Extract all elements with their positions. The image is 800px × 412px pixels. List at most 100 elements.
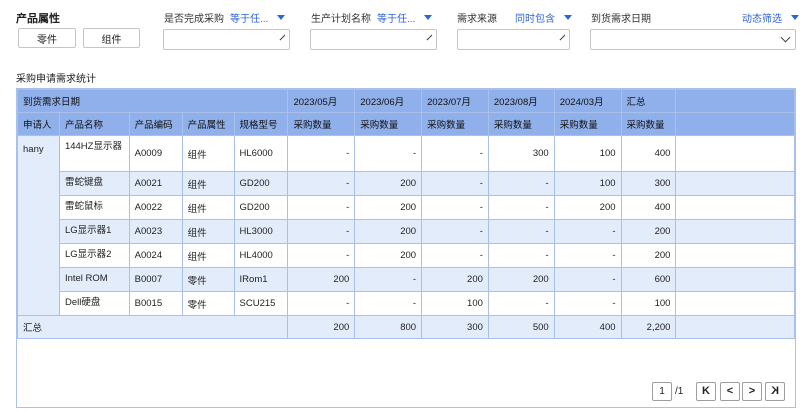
model-cell: HL3000 (233, 219, 289, 244)
row-total-cell: 600 (620, 267, 677, 292)
col-header-product-name: 产品名称 (58, 112, 130, 136)
qty-cell: - (487, 195, 555, 220)
arrival-date-select[interactable] (590, 29, 796, 50)
empty-cell (675, 243, 795, 268)
demand-source-operator[interactable]: 同时包含 (515, 10, 572, 25)
qty-cell: - (354, 267, 423, 292)
caret-down-icon (424, 15, 433, 20)
demand-source-label: 需求来源 (457, 14, 497, 25)
product-code-cell: A0022 (128, 195, 183, 220)
col-header-qty: 采购数量 (553, 112, 622, 136)
product-attr-cell: 组件 (181, 243, 235, 268)
qty-cell: 200 (287, 267, 356, 292)
qty-cell: - (421, 243, 489, 268)
qty-cell: - (287, 291, 356, 316)
chevron-left-icon: < (726, 385, 734, 397)
qty-cell: 200 (354, 195, 423, 220)
page-input[interactable]: 1 (652, 382, 672, 401)
caret-down-icon (277, 15, 286, 20)
grand-total-cell: 2,200 (620, 315, 677, 339)
qty-cell: - (354, 291, 423, 316)
plan-name-label: 生产计划名称 (311, 14, 371, 25)
demand-source-input[interactable] (424, 30, 562, 49)
is-purchase-done-select[interactable] (144, 29, 290, 50)
col-header-qty: 采购数量 (287, 112, 356, 136)
qty-cell: - (354, 135, 423, 172)
last-page-button[interactable]: K (765, 382, 785, 401)
qty-cell: 200 (354, 243, 423, 268)
col-header-model: 规格型号 (233, 112, 289, 136)
product-name-cell: 雷蛇鼠标 (58, 195, 130, 220)
first-page-button[interactable]: K (696, 382, 716, 401)
empty-cell (675, 195, 795, 220)
component-filter-button[interactable]: 组件 (83, 28, 140, 48)
qty-cell: - (487, 171, 555, 196)
empty-cell (675, 219, 795, 244)
product-attr-cell: 零件 (181, 291, 235, 316)
qty-cell: - (287, 135, 356, 172)
qty-cell: - (287, 195, 356, 220)
summary-qty-cell: 800 (354, 315, 423, 339)
product-attr-label: 产品属性 (16, 13, 60, 25)
demand-source-select[interactable] (424, 29, 570, 50)
date-col-header: 2023/08月 (487, 89, 555, 113)
qty-cell: 200 (354, 171, 423, 196)
qty-cell: - (487, 219, 555, 244)
product-name-cell: Intel ROM (58, 267, 130, 292)
empty-cell (675, 315, 795, 339)
row-total-cell: 400 (620, 195, 677, 220)
col-header-qty: 采购数量 (354, 112, 423, 136)
part-filter-button[interactable]: 零件 (18, 28, 76, 48)
plan-name-operator[interactable]: 等于任... (377, 10, 433, 25)
total-col-header: 汇总 (620, 89, 677, 113)
row-total-cell: 200 (620, 219, 677, 244)
table-row: Intel ROM B0007 零件 IRom1 200-200 200-600 (18, 267, 795, 292)
plan-name-input[interactable] (291, 30, 429, 49)
qty-cell: - (287, 243, 356, 268)
chevron-down-icon (780, 32, 791, 43)
dynamic-filter-button[interactable]: 动态筛选 (742, 10, 799, 25)
qty-cell: - (421, 171, 489, 196)
product-name-cell: LG显示器2 (58, 243, 130, 268)
qty-cell: 300 (487, 135, 555, 172)
qty-cell: 200 (553, 195, 622, 220)
applicant-cell: hany (17, 135, 60, 316)
col-header-qty: 采购数量 (487, 112, 555, 136)
empty-header (675, 112, 795, 136)
qty-cell: - (553, 219, 622, 244)
qty-cell: 100 (553, 135, 622, 172)
qty-cell: - (421, 195, 489, 220)
model-cell: HL4000 (233, 243, 289, 268)
model-cell: SCU215 (233, 291, 289, 316)
table-row: hany 144HZ显示器 A0009 组件 HL6000- - -300 100 400 (17, 135, 795, 316)
table-row: Dell硬盘 B0015 零件 SCU215- -100- -100 (18, 291, 795, 316)
product-attr-cell: 组件 (181, 135, 235, 172)
is-purchase-done-input[interactable] (144, 30, 282, 49)
last-page-icon: K (771, 385, 779, 397)
model-cell: GD200 (233, 195, 289, 220)
summary-qty-cell: 300 (421, 315, 489, 339)
row-total-cell: 400 (620, 135, 677, 172)
page-total: /1 (675, 382, 683, 401)
date-col-header: 2023/06月 (354, 89, 423, 113)
product-code-cell: A0021 (128, 171, 183, 196)
first-page-icon: K (702, 385, 710, 397)
page-count: 1 (677, 386, 684, 397)
qty-cell: 200 (421, 267, 489, 292)
model-cell: IRom1 (233, 267, 289, 292)
summary-label: 汇总 (17, 315, 289, 339)
dynamic-filter-text: 动态筛选 (742, 14, 782, 25)
product-name-cell: LG显示器1 (58, 219, 130, 244)
group-header: 到货需求日期 (17, 89, 289, 113)
next-page-button[interactable]: > (742, 382, 762, 401)
is-purchase-done-operator[interactable]: 等于任... (230, 10, 286, 25)
qty-cell: - (421, 135, 489, 172)
summary-row: 汇总 200 800 300 500 400 2,200 (17, 315, 795, 339)
plan-name-select[interactable] (291, 29, 437, 50)
product-attr-cell: 组件 (181, 219, 235, 244)
prev-page-button[interactable]: < (720, 382, 740, 401)
row-total-cell: 200 (620, 243, 677, 268)
arrival-date-input[interactable] (591, 30, 782, 49)
model-cell: HL6000 (233, 135, 289, 172)
table-row: 雷蛇键盘 A0021 组件 GD200-200- -100 300 (18, 171, 795, 196)
